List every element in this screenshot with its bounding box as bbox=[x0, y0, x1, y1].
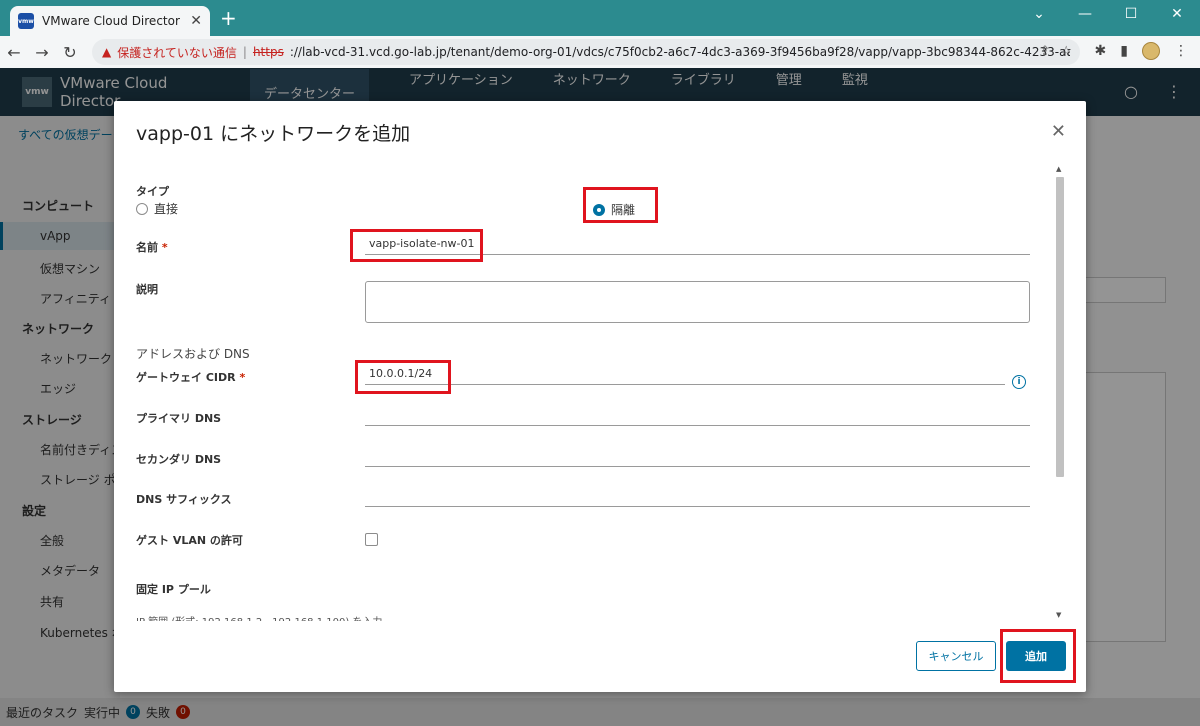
omnibox-icons: ⇪ ☆ bbox=[1039, 44, 1072, 59]
gateway-label: ゲートウェイ CIDR * bbox=[136, 369, 245, 385]
menu-icon[interactable]: ⋮ bbox=[1174, 43, 1188, 59]
dns-suffix-label: DNS サフィックス bbox=[136, 493, 232, 506]
type-label: タイプ bbox=[136, 185, 169, 198]
sidepanel-icon[interactable]: ▮ bbox=[1120, 43, 1128, 59]
description-textarea[interactable] bbox=[365, 281, 1030, 323]
cancel-button[interactable]: キャンセル bbox=[916, 641, 996, 671]
browser-toolbar: ← → ↻ ▲ 保護されていない通信 | https ://lab-vcd-31.… bbox=[0, 36, 1200, 68]
info-icon[interactable]: i bbox=[1012, 375, 1026, 389]
reload-icon[interactable]: ↻ bbox=[56, 43, 84, 62]
url-scheme: https bbox=[252, 45, 284, 59]
maximize-icon[interactable]: ☐ bbox=[1108, 0, 1154, 28]
scroll-down-icon[interactable]: ▼ bbox=[1056, 611, 1061, 619]
tab-close-icon[interactable]: ✕ bbox=[190, 13, 202, 29]
warning-icon[interactable]: ▲ bbox=[102, 45, 111, 59]
radio-direct[interactable]: 直接 bbox=[136, 200, 178, 217]
address-section-heading: アドレスおよび DNS bbox=[136, 347, 250, 361]
static-ip-pool-label: 固定 IP プール bbox=[136, 583, 211, 596]
insecure-label: 保護されていない通信 bbox=[117, 45, 237, 60]
divider: | bbox=[242, 45, 247, 59]
add-network-dialog: vapp-01 にネットワークを追加 ✕ タイプ 直接 隔離 名前 * 説明 ア… bbox=[114, 101, 1086, 692]
star-icon[interactable]: ☆ bbox=[1060, 44, 1072, 59]
extensions-icon[interactable]: ✱ bbox=[1095, 43, 1107, 59]
new-tab-icon[interactable]: + bbox=[220, 8, 237, 28]
address-bar[interactable]: ▲ 保護されていない通信 | https ://lab-vcd-31.vcd.go… bbox=[92, 39, 1080, 65]
extension-icons: ✱ ▮ ⋮ bbox=[1095, 42, 1188, 60]
avatar[interactable] bbox=[1142, 42, 1160, 60]
primary-dns-label: プライマリ DNS bbox=[136, 412, 222, 425]
vmware-favicon-icon: vmw bbox=[18, 13, 34, 29]
dialog-form: タイプ 直接 隔離 名前 * 説明 アドレスおよび DNS ゲートウェイ CID… bbox=[114, 163, 1062, 621]
minimize-icon[interactable]: — bbox=[1062, 0, 1108, 28]
primary-dns-input[interactable] bbox=[365, 404, 1030, 426]
browser-tab[interactable]: vmw VMware Cloud Director - vApp ✕ bbox=[10, 6, 210, 36]
radio-direct-circle[interactable] bbox=[136, 202, 148, 215]
radio-direct-label: 直接 bbox=[154, 202, 179, 216]
secondary-dns-label: セカンダリ DNS bbox=[136, 453, 222, 466]
tab-title: VMware Cloud Director - vApp bbox=[42, 14, 182, 28]
gateway-cidr-input[interactable] bbox=[365, 363, 1005, 385]
required-mark: * bbox=[239, 371, 246, 384]
required-mark: * bbox=[161, 241, 168, 254]
secondary-dns-input[interactable] bbox=[365, 445, 1030, 467]
name-label: 名前 * bbox=[136, 239, 168, 255]
browser-titlebar: vmw VMware Cloud Director - vApp ✕ + ⌄ —… bbox=[0, 0, 1200, 36]
chevron-down-icon[interactable]: ⌄ bbox=[1016, 0, 1062, 28]
highlight-gateway bbox=[355, 360, 451, 394]
highlight-name bbox=[350, 229, 483, 262]
dialog-title: vapp-01 にネットワークを追加 bbox=[136, 123, 411, 145]
name-label-text: 名前 bbox=[136, 241, 158, 254]
dns-suffix-input[interactable] bbox=[365, 485, 1030, 507]
description-label: 説明 bbox=[136, 283, 158, 296]
share-icon[interactable]: ⇪ bbox=[1039, 44, 1050, 59]
close-icon[interactable]: ✕ bbox=[1051, 121, 1066, 142]
gateway-label-text: ゲートウェイ CIDR bbox=[136, 371, 236, 384]
ip-range-hint: IP 範囲 (形式: 192.168.1.2 - 192.168.1.100) … bbox=[136, 613, 382, 621]
dialog-scrollbar[interactable]: ▲ ▼ bbox=[1054, 163, 1066, 621]
forward-icon[interactable]: → bbox=[28, 43, 56, 62]
url-text: ://lab-vcd-31.vcd.go-lab.jp/tenant/demo-… bbox=[289, 45, 1070, 59]
window-controls: ⌄ — ☐ ✕ bbox=[1016, 0, 1200, 28]
close-window-icon[interactable]: ✕ bbox=[1154, 0, 1200, 28]
guest-vlan-label: ゲスト VLAN の許可 bbox=[136, 534, 243, 547]
back-icon[interactable]: ← bbox=[0, 43, 28, 62]
highlight-add-button bbox=[1000, 629, 1076, 683]
highlight-isolated bbox=[583, 187, 658, 223]
guest-vlan-checkbox[interactable] bbox=[365, 533, 378, 546]
scroll-up-icon[interactable]: ▲ bbox=[1056, 165, 1061, 173]
scroll-thumb[interactable] bbox=[1056, 177, 1064, 477]
